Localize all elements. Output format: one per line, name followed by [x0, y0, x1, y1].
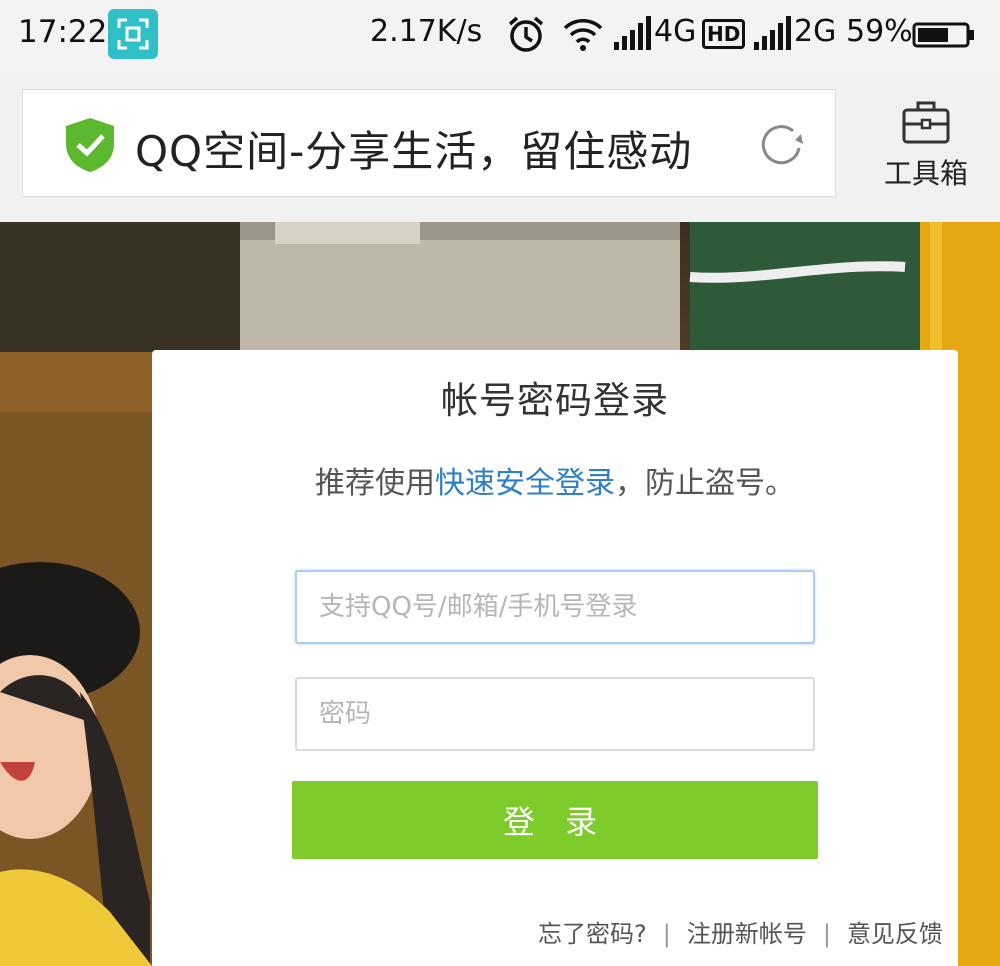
password-input[interactable] — [295, 677, 815, 751]
wifi-icon — [562, 14, 604, 58]
login-hint: 推荐使用快速安全登录，防止盗号。 — [152, 458, 958, 502]
status-bar: 17:22 2.17K/s 4G HD 2G 59% — [0, 0, 1000, 70]
toolbox-button[interactable]: 工具箱 — [878, 100, 974, 192]
hint-text-after: ，防止盗号。 — [615, 466, 795, 501]
hint-text-before: 推荐使用 — [315, 466, 435, 501]
browser-toolbar: QQ空间-分享生活，留住感动 工具箱 — [0, 70, 1000, 222]
status-time: 17:22 — [18, 14, 108, 50]
battery-percent: 59% — [846, 14, 913, 49]
link-divider: | — [662, 920, 671, 948]
security-shield-icon — [63, 116, 117, 178]
username-input[interactable] — [295, 570, 815, 644]
network-speed: 2.17K/s — [370, 14, 483, 49]
page-title: QQ空间-分享生活，留住感动 — [135, 127, 693, 176]
network-type-1: 4G — [654, 14, 697, 49]
login-button[interactable]: 登 录 — [292, 781, 818, 859]
toolbox-icon — [901, 101, 951, 148]
quick-login-link[interactable]: 快速安全登录 — [435, 466, 615, 501]
alarm-icon — [506, 14, 546, 58]
hd-badge: HD — [702, 19, 746, 49]
login-title: 帐号密码登录 — [441, 379, 669, 422]
battery-icon — [912, 22, 976, 52]
watermark-logo — [760, 854, 950, 938]
signal-icon — [754, 14, 792, 58]
network-type-2: 2G — [794, 14, 837, 49]
address-bar[interactable]: QQ空间-分享生活，留住感动 — [22, 89, 836, 197]
toolbox-label: 工具箱 — [883, 157, 968, 190]
forgot-password-link[interactable]: 忘了密码? — [538, 920, 647, 948]
reload-icon[interactable] — [755, 118, 809, 176]
screenshot-icon — [108, 9, 158, 59]
signal-icon — [614, 14, 652, 58]
